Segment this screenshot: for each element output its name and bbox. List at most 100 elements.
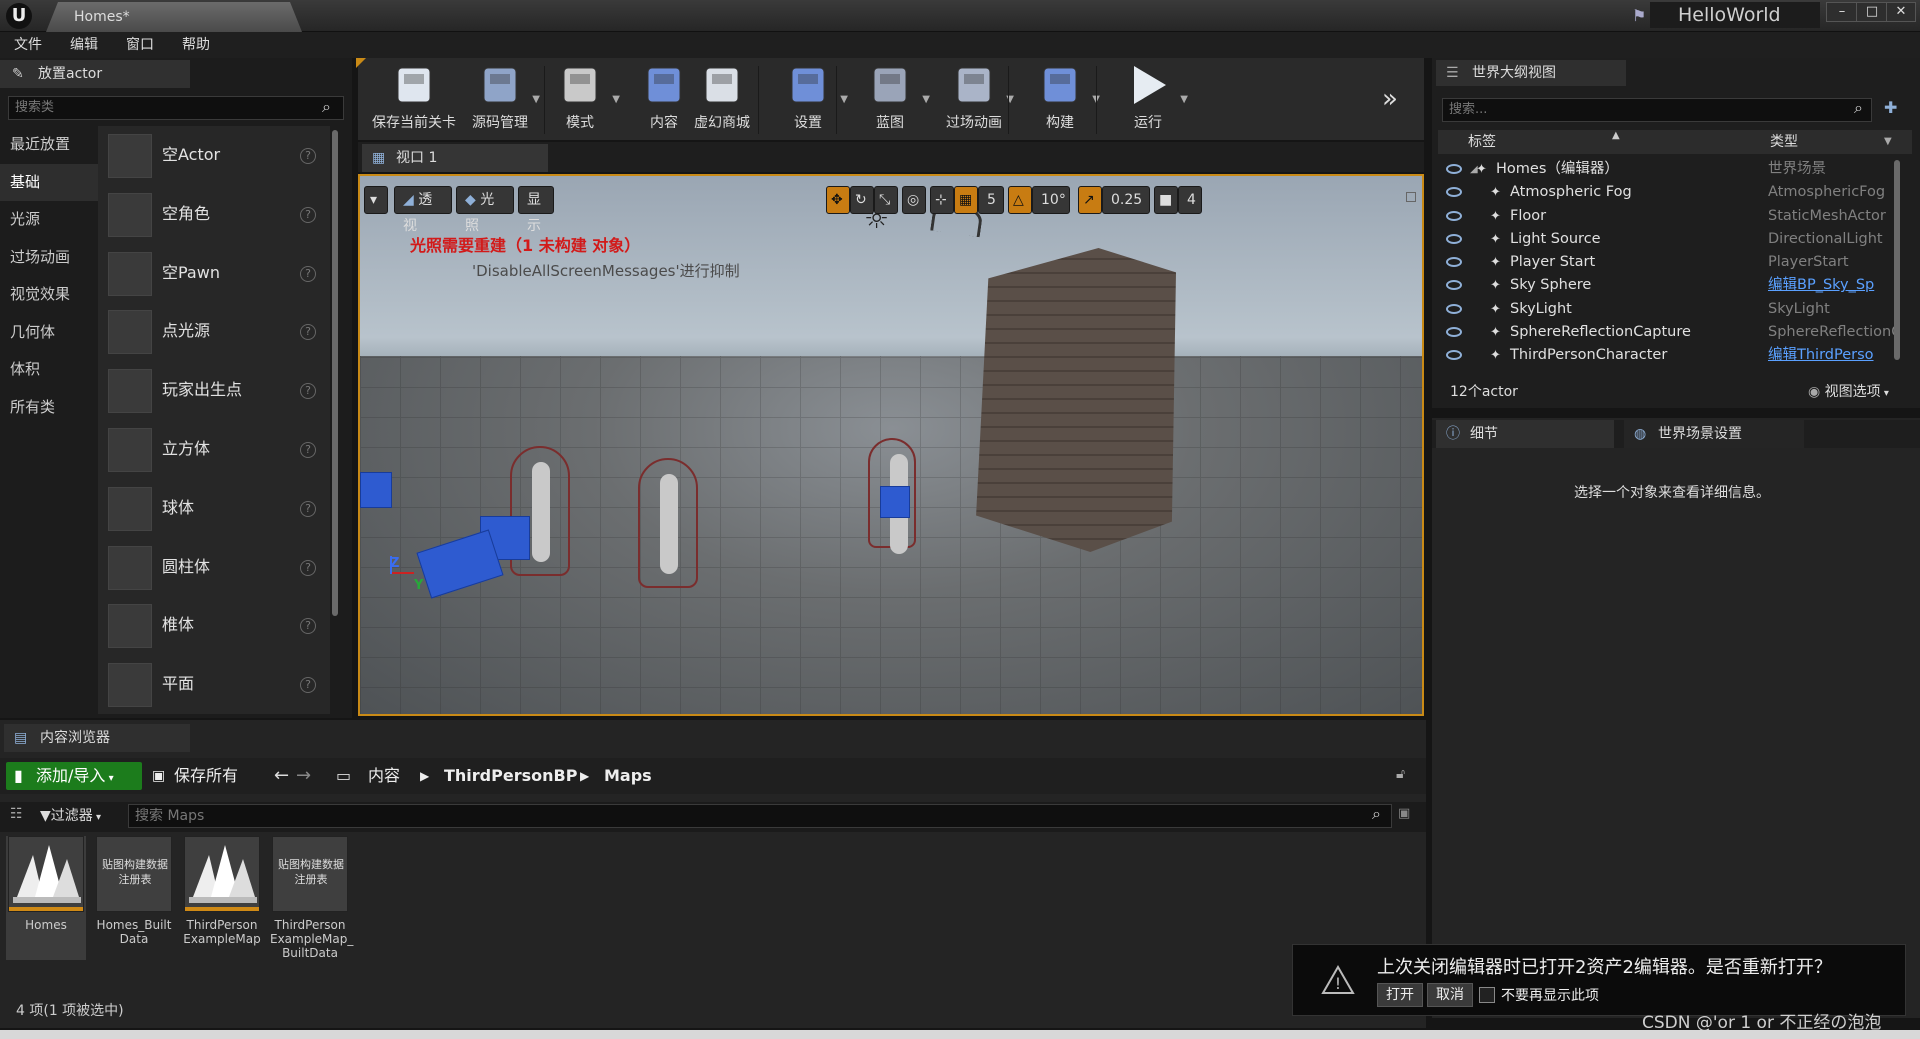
- place-actor-item[interactable]: 空角色?: [98, 185, 330, 244]
- place-actor-item[interactable]: 空Pawn?: [98, 244, 330, 303]
- viewport-options-dropdown[interactable]: ▾: [364, 186, 388, 214]
- visibility-eye-icon[interactable]: [1446, 233, 1462, 244]
- camera-speed-value[interactable]: 4: [1178, 186, 1202, 214]
- outliner-col-label[interactable]: 标签: [1468, 130, 1496, 154]
- outliner-col-type[interactable]: 类型: [1770, 130, 1798, 154]
- scale-snap-icon[interactable]: ↗: [1078, 186, 1102, 214]
- place-actor-item[interactable]: 立方体?: [98, 420, 330, 479]
- viewport-tab[interactable]: ▦ 视口 1: [362, 144, 548, 172]
- toolbar-button[interactable]: 运行 ▼: [1100, 64, 1196, 138]
- outliner-row[interactable]: ◢ ✦ Homes（编辑器） 世界场景: [1438, 158, 1906, 181]
- help-icon[interactable]: ?: [300, 324, 316, 341]
- place-actor-item[interactable]: 点光源?: [98, 302, 330, 361]
- dont-show-checkbox[interactable]: [1479, 987, 1495, 1003]
- visibility-eye-icon[interactable]: [1446, 280, 1462, 291]
- place-actors-tab[interactable]: ✎ 放置actor: [0, 60, 190, 88]
- content-browser-tab[interactable]: ▤ 内容浏览器: [4, 724, 190, 752]
- save-all-button[interactable]: ▣ 保存所有: [152, 762, 238, 790]
- perspective-button[interactable]: ◢ 透视: [394, 186, 452, 234]
- grid-snap-icon[interactable]: ▦: [954, 186, 978, 214]
- translate-mode-icon[interactable]: ✥: [826, 186, 850, 214]
- outliner-search-input[interactable]: 搜索...: [1442, 98, 1872, 122]
- level-viewport[interactable]: ☼ 光照需要重建（1 未构建 对象） 'DisableAllScreenMess…: [358, 174, 1424, 716]
- back-arrow-icon[interactable]: ←: [274, 762, 289, 790]
- breadcrumb-content[interactable]: 内容: [368, 762, 400, 790]
- add-filter-icon[interactable]: ✚: [1884, 98, 1897, 117]
- category-recent[interactable]: 最近放置: [0, 126, 98, 164]
- brick-wall-mesh[interactable]: [976, 248, 1176, 552]
- outliner-row[interactable]: ✦ Floor StaticMeshActor: [1438, 205, 1906, 228]
- category-geometry[interactable]: 几何体: [0, 314, 98, 352]
- visibility-eye-icon[interactable]: [1446, 257, 1462, 268]
- visibility-eye-icon[interactable]: [1446, 303, 1462, 314]
- grid-snap-value[interactable]: 5: [978, 186, 1004, 214]
- help-icon[interactable]: ?: [300, 559, 316, 576]
- help-icon[interactable]: ?: [300, 677, 316, 694]
- visibility-eye-icon[interactable]: [1446, 187, 1462, 198]
- toolbar-button[interactable]: 虚幻商城: [674, 64, 770, 138]
- maximize-button[interactable]: □: [1856, 2, 1888, 22]
- minimize-button[interactable]: –: [1826, 2, 1858, 22]
- category-all-classes[interactable]: 所有类: [0, 389, 98, 427]
- help-icon[interactable]: ?: [300, 618, 316, 635]
- asset-tile[interactable]: 贴图构建数据注册表 Homes_Built Data: [94, 836, 174, 946]
- rotation-snap-value[interactable]: 10°: [1032, 186, 1070, 214]
- content-search-input[interactable]: 搜索 Maps: [128, 804, 1392, 828]
- lit-mode-button[interactable]: ◆ 光照: [456, 186, 514, 234]
- open-button[interactable]: 打开: [1377, 983, 1423, 1007]
- asset-tile[interactable]: Homes: [6, 836, 86, 960]
- place-actors-scrollbar[interactable]: [332, 130, 338, 616]
- sources-toggle-icon[interactable]: ☷: [10, 806, 23, 822]
- category-visual-effects[interactable]: 视觉效果: [0, 276, 98, 314]
- outliner-row-type[interactable]: 编辑BP_Sky_Sp: [1768, 274, 1900, 297]
- category-basic[interactable]: 基础: [0, 163, 98, 201]
- place-actor-item[interactable]: 椎体?: [98, 596, 330, 655]
- category-cinematic[interactable]: 过场动画: [0, 239, 98, 277]
- help-icon[interactable]: ?: [300, 148, 316, 164]
- maximize-viewport-icon[interactable]: [1406, 192, 1416, 202]
- visibility-eye-icon[interactable]: [1446, 327, 1462, 338]
- show-button[interactable]: 显示: [518, 186, 554, 234]
- help-icon[interactable]: ?: [300, 383, 316, 400]
- add-import-button[interactable]: ▮ 添加/导入 ▾: [6, 762, 142, 790]
- toolbar-button[interactable]: 模式 ▼: [532, 64, 628, 138]
- rotate-mode-icon[interactable]: ↻: [850, 186, 874, 214]
- world-settings-tab[interactable]: ◍ 世界场景设置: [1624, 420, 1804, 448]
- outliner-row[interactable]: ✦ Player Start PlayerStart: [1438, 251, 1906, 274]
- visibility-eye-icon[interactable]: [1446, 350, 1462, 361]
- visibility-eye-icon[interactable]: [1446, 164, 1462, 174]
- menu-help[interactable]: 帮助: [168, 32, 224, 58]
- outliner-row[interactable]: ✦ Atmospheric Fog AtmosphericFog: [1438, 181, 1906, 204]
- world-outliner-tab[interactable]: ☰ 世界大纲视图: [1436, 60, 1626, 86]
- close-button[interactable]: ✕: [1886, 2, 1916, 22]
- help-icon[interactable]: ?: [300, 265, 316, 282]
- world-local-icon[interactable]: ◎: [902, 186, 926, 214]
- player-start-arrow[interactable]: [880, 486, 910, 518]
- toolbar-button[interactable]: 构建▼: [1012, 64, 1108, 138]
- category-volumes[interactable]: 体积: [0, 351, 98, 389]
- details-tab[interactable]: ⓘ 细节: [1436, 420, 1614, 448]
- place-actors-search-input[interactable]: 搜索类: [8, 96, 344, 120]
- cancel-button[interactable]: 取消: [1427, 983, 1473, 1007]
- help-icon[interactable]: ?: [300, 441, 316, 458]
- breadcrumb-maps[interactable]: Maps: [604, 762, 652, 790]
- toolbar-more-icon[interactable]: »: [1382, 84, 1398, 114]
- place-actor-item[interactable]: 圆柱体?: [98, 538, 330, 597]
- scale-snap-value[interactable]: 0.25: [1102, 186, 1150, 214]
- asset-tile[interactable]: 贴图构建数据注册表 ThirdPerson ExampleMap_ BuiltDa…: [270, 836, 353, 960]
- help-icon[interactable]: ?: [300, 500, 316, 517]
- outliner-row[interactable]: ✦ ThirdPersonCharacter 编辑ThirdPerso: [1438, 344, 1906, 367]
- rotation-snap-icon[interactable]: △: [1008, 186, 1032, 214]
- outliner-row[interactable]: ✦ Light Source DirectionalLight: [1438, 228, 1906, 251]
- lock-icon[interactable]: 🔓︎: [1396, 766, 1405, 782]
- menu-file[interactable]: 文件: [0, 32, 56, 58]
- scale-mode-icon[interactable]: ⤡: [874, 186, 898, 214]
- outliner-scrollbar[interactable]: [1894, 160, 1900, 360]
- forward-arrow-icon[interactable]: →: [296, 762, 311, 790]
- help-icon[interactable]: ?: [300, 206, 316, 223]
- breadcrumb-thirdpersonbp[interactable]: ThirdPersonBP: [444, 762, 577, 790]
- filter-button[interactable]: ▼过滤器 ▾: [40, 805, 101, 825]
- unreal-logo-icon[interactable]: U: [6, 3, 32, 29]
- mannequin-2[interactable]: [638, 458, 698, 588]
- view-options-button[interactable]: ◉ 视图选项 ▾: [1808, 381, 1889, 401]
